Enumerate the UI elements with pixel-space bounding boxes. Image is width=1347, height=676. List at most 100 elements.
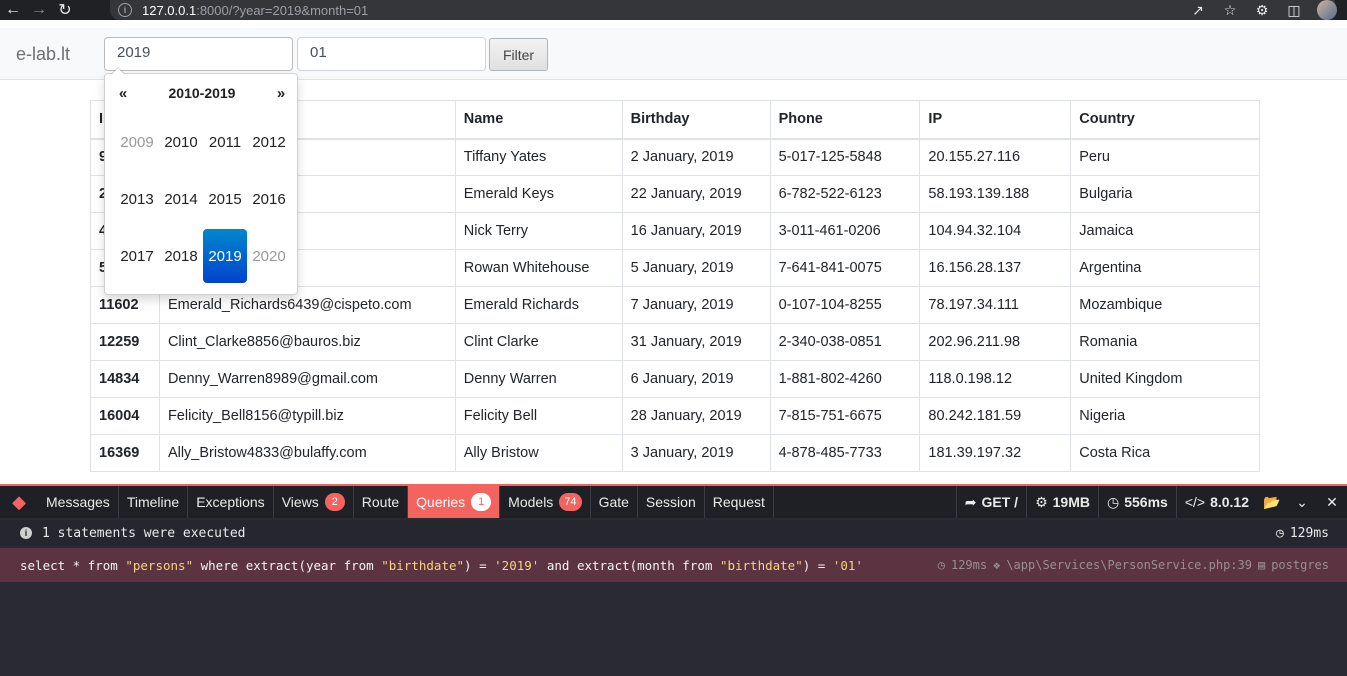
- share-icon[interactable]: ↗: [1189, 1, 1207, 19]
- tab-label: Session: [645, 494, 696, 510]
- info-icon: i: [20, 527, 32, 539]
- site-info-icon[interactable]: i: [118, 3, 132, 17]
- cell-phone: 4-878-485-7733: [769, 434, 921, 472]
- extensions-icon[interactable]: ⚙: [1253, 1, 1271, 19]
- clock-icon: ◷: [1107, 493, 1120, 510]
- tab-label: Models: [508, 494, 554, 510]
- back-icon[interactable]: ←: [0, 0, 26, 20]
- tab-label: Route: [361, 494, 400, 510]
- prev-decade-button[interactable]: «: [115, 85, 131, 102]
- year-option-2019[interactable]: 2019: [203, 229, 247, 283]
- cell-name: Denny Warren: [454, 360, 623, 398]
- filter-button[interactable]: Filter: [489, 38, 548, 71]
- debugbar-tab-timeline[interactable]: Timeline: [119, 486, 189, 518]
- year-option-2009[interactable]: 2009: [115, 114, 159, 171]
- memory-indicator[interactable]: ⚙ 19MB: [1026, 486, 1098, 518]
- query-time: 129ms: [950, 558, 988, 572]
- query-row[interactable]: select * from "persons" where extract(ye…: [0, 548, 1347, 582]
- laravel-logo-icon[interactable]: ◆: [0, 486, 38, 518]
- database-icon: ▤: [1257, 558, 1266, 572]
- query-literal: "birthdate": [381, 557, 465, 573]
- year-option-2017[interactable]: 2017: [115, 228, 159, 285]
- query-literal: "birthdate": [719, 557, 803, 573]
- folder-open-icon[interactable]: 📂: [1257, 486, 1287, 518]
- column-header-name: Name: [454, 100, 623, 140]
- year-option-2020[interactable]: 2020: [247, 228, 291, 285]
- brand-logo[interactable]: e-lab.lt: [16, 44, 70, 65]
- cell-email: Denny_Warren8989@gmail.com: [158, 360, 456, 398]
- query-literal: '01': [832, 557, 863, 573]
- query-source: \app\Services\PersonService.php:39: [1006, 558, 1252, 572]
- query-literal: '2019': [494, 557, 540, 573]
- year-option-2016[interactable]: 2016: [247, 171, 291, 228]
- chevron-down-icon[interactable]: ⌄: [1287, 486, 1317, 518]
- statements-status-text: 1 statements were executed: [42, 525, 246, 541]
- next-decade-button[interactable]: »: [273, 85, 289, 102]
- close-icon[interactable]: ✕: [1317, 486, 1347, 518]
- forward-icon[interactable]: →: [26, 0, 52, 20]
- clock-icon: ◷: [937, 558, 945, 572]
- debugbar-tab-request[interactable]: Request: [705, 486, 774, 518]
- debugbar-tab-models[interactable]: Models 74: [500, 486, 591, 518]
- debugbar-tab-route[interactable]: Route: [354, 486, 409, 518]
- cell-country: Argentina: [1070, 249, 1260, 287]
- debugbar-tab-queries[interactable]: Queries 1: [408, 486, 501, 518]
- cell-phone: 7-641-841-0075: [769, 249, 921, 287]
- debugbar-tab-views[interactable]: Views 2: [274, 486, 354, 518]
- year-datepicker: « 2010-2019 » 2009 2010 2011 2012 2013 2014 20…: [104, 67, 298, 295]
- year-option-2013[interactable]: 2013: [115, 171, 159, 228]
- decade-title[interactable]: 2010-2019: [169, 85, 236, 101]
- debugbar-tab-gate[interactable]: Gate: [591, 486, 638, 518]
- queries-status-bar: i 1 statements were executed ◷ 129ms: [0, 520, 1347, 546]
- year-option-2018[interactable]: 2018: [159, 228, 203, 285]
- cogs-icon: ⚙: [1035, 493, 1048, 510]
- cell-birthday: 2 January, 2019: [621, 138, 771, 176]
- cell-phone: 7-815-751-6675: [769, 397, 921, 435]
- debugbar-tab-exceptions[interactable]: Exceptions: [188, 486, 274, 518]
- cell-birthday: 22 January, 2019: [621, 175, 771, 213]
- side-panel-icon[interactable]: ◫: [1285, 1, 1303, 19]
- cell-id: 12259: [90, 323, 160, 361]
- year-option-2010[interactable]: 2010: [159, 114, 203, 171]
- debugbar-tab-messages[interactable]: Messages: [38, 486, 119, 518]
- column-header-birthday: Birthday: [621, 100, 771, 140]
- cell-ip: 118.0.198.12: [919, 360, 1072, 398]
- tab-count-badge: 2: [324, 493, 345, 511]
- cell-ip: 104.94.32.104: [919, 212, 1072, 250]
- tab-label: Request: [712, 494, 765, 510]
- cell-name: Nick Terry: [454, 212, 623, 250]
- year-option-2012[interactable]: 2012: [247, 114, 291, 171]
- cell-id: 14834: [90, 360, 160, 398]
- time-indicator[interactable]: ◷ 556ms: [1098, 486, 1176, 518]
- cell-country: Jamaica: [1070, 212, 1260, 250]
- year-input[interactable]: 2019: [104, 37, 293, 71]
- bookmark-star-icon[interactable]: ☆: [1221, 1, 1239, 19]
- cell-name: Rowan Whitehouse: [454, 249, 623, 287]
- reload-icon[interactable]: ↻: [52, 0, 78, 20]
- debugbar-tab-session[interactable]: Session: [638, 486, 705, 518]
- tab-label: Views: [281, 494, 319, 510]
- cell-name: Ally Bristow: [454, 434, 623, 472]
- time-value: 556ms: [1124, 494, 1168, 510]
- query-keyword: select * from: [20, 557, 126, 573]
- cell-name: Tiffany Yates: [454, 138, 623, 176]
- url-host: 127.0.0.1: [142, 2, 197, 18]
- tab-label: Queries: [416, 494, 466, 510]
- year-option-2015[interactable]: 2015: [203, 171, 247, 228]
- cell-ip: 202.96.211.98: [919, 323, 1072, 361]
- cell-phone: 0-107-104-8255: [769, 286, 921, 324]
- profile-avatar[interactable]: [1317, 0, 1337, 20]
- route-indicator[interactable]: ➦ GET /: [955, 486, 1026, 518]
- cell-email: Felicity_Bell8156@typill.biz: [158, 397, 456, 435]
- cell-country: Costa Rica: [1070, 434, 1260, 472]
- route-method: GET /: [981, 494, 1019, 510]
- url-path: :8000/?year=2019&month=01: [196, 2, 369, 18]
- month-input[interactable]: 01: [297, 37, 486, 71]
- cell-country: Bulgaria: [1070, 175, 1260, 213]
- cell-name: Emerald Richards: [454, 286, 623, 324]
- year-option-2011[interactable]: 2011: [203, 114, 247, 171]
- cell-country: Nigeria: [1070, 397, 1260, 435]
- year-option-2014[interactable]: 2014: [159, 171, 203, 228]
- address-bar[interactable]: i 127.0.0.1:8000/?year=2019&month=01: [110, 0, 1335, 20]
- cell-birthday: 3 January, 2019: [621, 434, 771, 472]
